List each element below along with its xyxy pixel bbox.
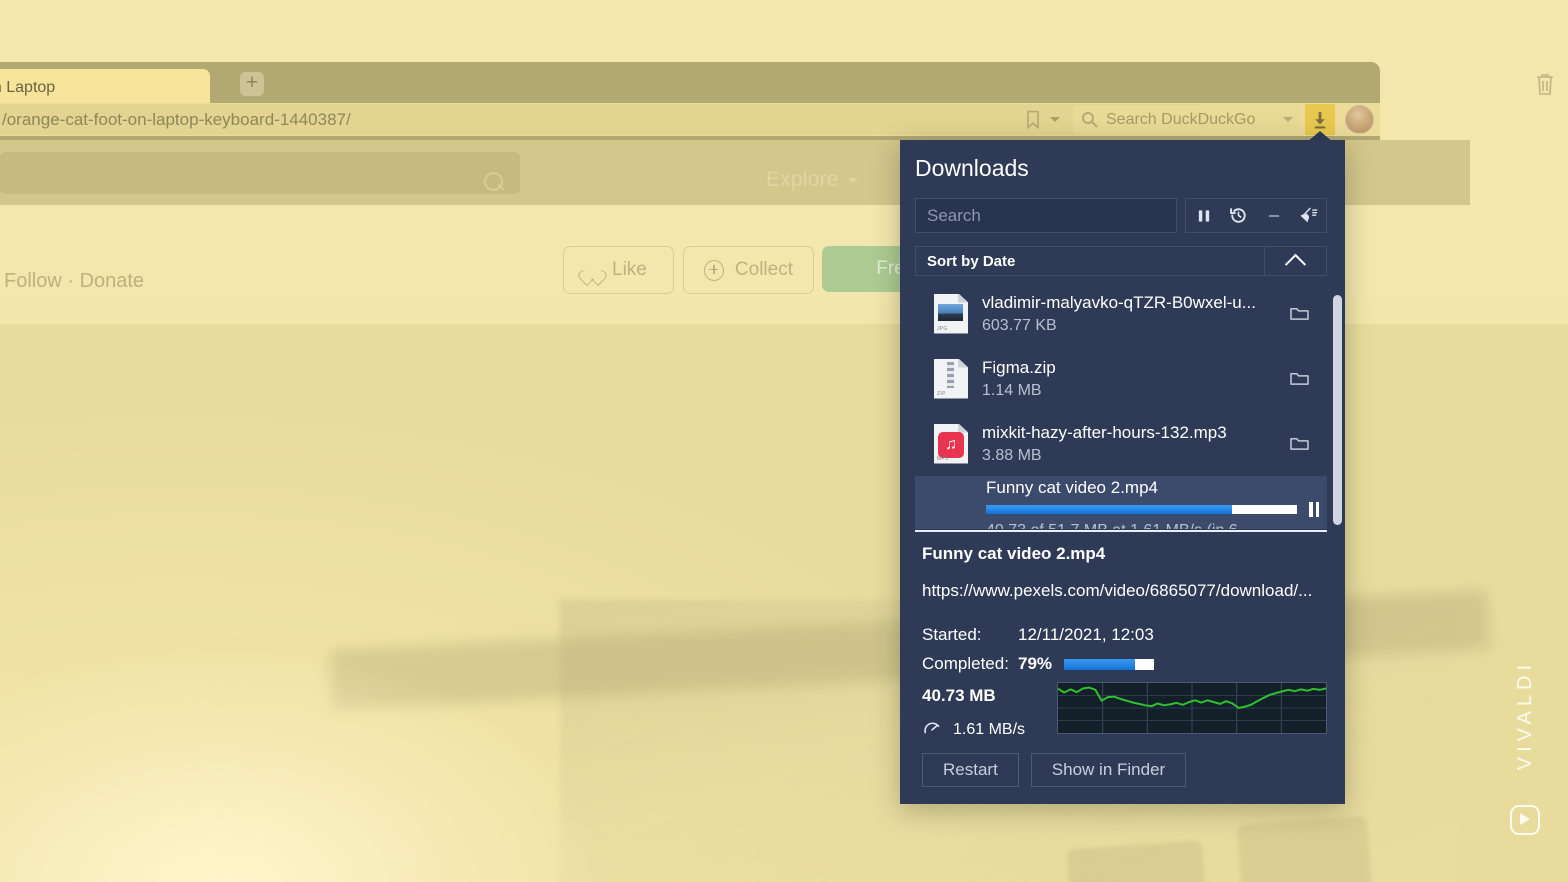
download-progress-bar — [986, 505, 1297, 514]
detail-started-value: 12/11/2021, 12:03 — [1018, 625, 1154, 645]
downloads-panel: Downloads — [900, 140, 1345, 804]
like-button[interactable]: Like — [563, 246, 674, 294]
detail-progress-fill — [1064, 659, 1135, 670]
panel-toolbar — [1185, 198, 1327, 233]
list-item[interactable]: ZIP Figma.zip 1.14 MB — [915, 346, 1327, 411]
file-name: Funny cat video 2.mp4 — [986, 478, 1319, 498]
jpg-file-icon: JPG — [934, 294, 968, 334]
folder-icon[interactable] — [1281, 370, 1317, 387]
url-field[interactable]: /orange-cat-foot-on-laptop-keyboard-1440… — [0, 104, 1200, 135]
file-size: 3.88 MB — [982, 447, 1281, 465]
keyboard-key — [1237, 816, 1373, 882]
sort-by-label: Sort by Date — [927, 253, 1015, 270]
heart-icon — [584, 264, 601, 279]
collect-button[interactable]: Collect — [683, 246, 814, 294]
pause-download-button[interactable] — [1309, 502, 1319, 517]
detail-source-url[interactable]: https://www.pexels.com/video/6865077/dow… — [922, 581, 1322, 601]
broom-icon[interactable] — [1291, 199, 1326, 232]
duckduckgo-search-icon — [1081, 111, 1098, 128]
sort-by-dropdown[interactable]: Sort by Date — [915, 246, 1265, 276]
website-follow-donate[interactable]: Follow · Donate — [4, 270, 144, 293]
trash-icon[interactable] — [1534, 72, 1556, 96]
panel-search-row — [915, 198, 1327, 233]
detail-completed-value: 79% — [1018, 654, 1052, 674]
download-speed-value: 1.61 MB/s — [953, 721, 1025, 739]
list-item-active-download[interactable]: Funny cat video 2.mp4 40.73 of 51.7 MB a… — [915, 476, 1327, 529]
download-speed-row: 1.61 MB/s — [922, 718, 1025, 741]
sort-row: Sort by Date — [915, 246, 1327, 276]
chevron-down-icon[interactable] — [1050, 117, 1060, 122]
detail-completed-label: Completed: — [922, 654, 1018, 674]
detail-file-name: Funny cat video 2.mp4 — [922, 544, 1105, 564]
file-name: vladimir-malyavko-qTZR-B0wxel-u... — [982, 293, 1281, 313]
tab-active[interactable]: on Laptop — [0, 69, 210, 107]
list-item-meta: mixkit-hazy-after-hours-132.mp3 3.88 MB — [982, 423, 1281, 465]
vivaldi-watermark: VIVALDI — [1506, 660, 1546, 835]
page-title: Downloads — [915, 155, 1029, 182]
tab-title: on Laptop — [0, 79, 55, 97]
chevron-down-icon — [848, 178, 858, 183]
list-scrollbar[interactable] — [1333, 295, 1342, 525]
progress-row — [986, 502, 1319, 517]
search-input-placeholder: Search DuckDuckGo — [1106, 111, 1275, 129]
divider — [915, 530, 1327, 532]
zip-file-icon: ZIP — [934, 359, 968, 399]
vivaldi-watermark-text: VIVALDI — [1514, 660, 1537, 770]
detail-progress-bar — [1064, 659, 1154, 670]
folder-icon[interactable] — [1281, 435, 1317, 452]
remove-button[interactable] — [1256, 199, 1291, 232]
detail-started-label: Started: — [922, 625, 1018, 645]
search-field[interactable]: Search DuckDuckGo — [1073, 105, 1301, 134]
file-badge: ZIP — [937, 391, 946, 397]
downloads-list[interactable]: JPG vladimir-malyavko-qTZR-B0wxel-u... 6… — [915, 281, 1327, 529]
restart-button[interactable]: Restart — [922, 753, 1019, 787]
avatar[interactable] — [1345, 105, 1374, 134]
download-status-text: 40.73 of 51.7 MB at 1.61 MB/s (in 6 ... — [986, 522, 1319, 530]
website-nav-explore[interactable]: Explore — [766, 168, 858, 192]
folder-icon[interactable] — [1281, 305, 1317, 322]
chevron-down-icon[interactable] — [1283, 117, 1293, 122]
sort-direction-button[interactable] — [1265, 246, 1327, 276]
list-item-meta: Figma.zip 1.14 MB — [982, 358, 1281, 400]
list-item[interactable]: ♫ MP3 mixkit-hazy-after-hours-132.mp3 3.… — [915, 411, 1327, 476]
file-badge: MP3 — [937, 456, 948, 462]
detail-actions: Restart Show in Finder — [922, 753, 1186, 787]
show-in-finder-button[interactable]: Show in Finder — [1031, 753, 1186, 787]
search-input[interactable] — [915, 198, 1177, 233]
list-item[interactable]: JPG vladimir-malyavko-qTZR-B0wxel-u... 6… — [915, 281, 1327, 346]
bookmark-icon[interactable] — [1026, 110, 1040, 129]
new-tab-button[interactable]: + — [240, 72, 264, 96]
detail-completed-row: Completed: 79% — [922, 654, 1154, 674]
like-button-label: Like — [612, 259, 647, 281]
file-badge: JPG — [937, 326, 948, 332]
detail-started-row: Started: 12/11/2021, 12:03 — [922, 625, 1154, 645]
file-name: mixkit-hazy-after-hours-132.mp3 — [982, 423, 1281, 443]
chevron-up-icon — [1285, 253, 1306, 274]
plus-circle-icon — [704, 260, 724, 281]
speedometer-icon — [922, 718, 942, 741]
cat-fur-region — [0, 630, 720, 882]
list-item-meta: vladimir-malyavko-qTZR-B0wxel-u... 603.7… — [982, 293, 1281, 335]
website-nav-explore-label: Explore — [766, 168, 839, 191]
file-size: 1.14 MB — [982, 382, 1281, 400]
search-icon — [484, 172, 503, 191]
screen: Explore L Follow · Donate Like Collect F… — [0, 0, 1568, 882]
website-search-field[interactable] — [0, 152, 520, 194]
tab-strip: on Laptop — [0, 62, 1380, 107]
download-speed-chart — [1057, 682, 1327, 734]
file-size: 603.77 KB — [982, 317, 1281, 335]
download-progress-fill — [986, 505, 1232, 514]
mp3-file-icon: ♫ MP3 — [934, 424, 968, 464]
pause-all-button[interactable] — [1186, 199, 1221, 232]
download-arrow-icon — [1311, 110, 1329, 130]
url-text: /orange-cat-foot-on-laptop-keyboard-1440… — [2, 110, 351, 130]
file-name: Figma.zip — [982, 358, 1281, 378]
collect-button-label: Collect — [735, 259, 793, 281]
vivaldi-logo-icon — [1510, 805, 1540, 835]
downloaded-size: 40.73 MB — [922, 686, 996, 706]
restore-history-button[interactable] — [1221, 199, 1256, 232]
